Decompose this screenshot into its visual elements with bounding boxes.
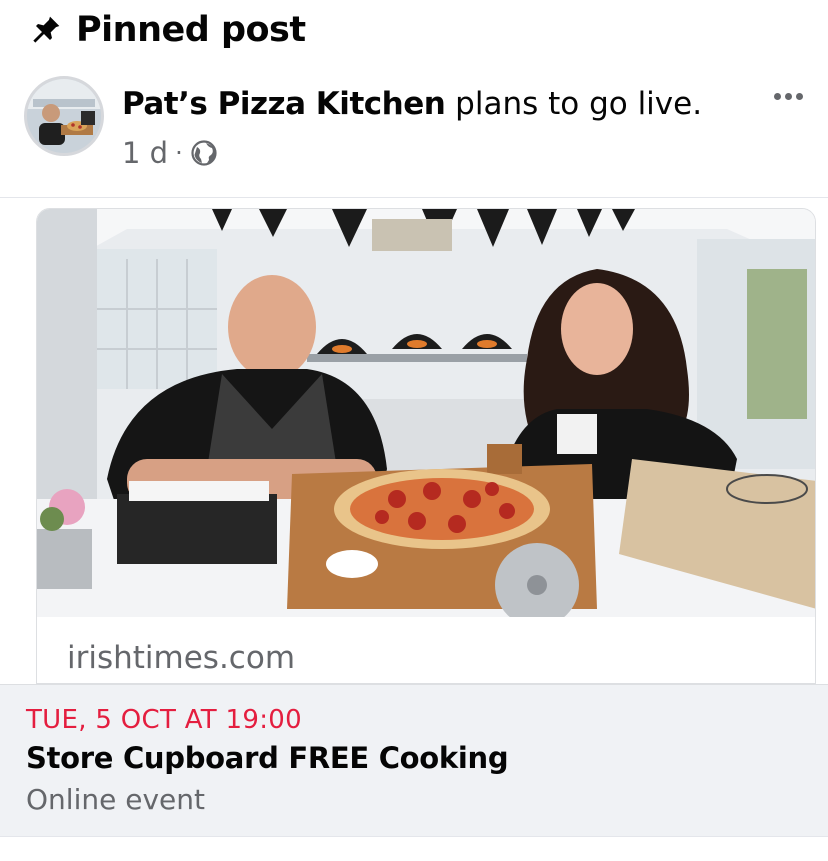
post-attachment: irishtimes.com TUE, 5 OCT AT 19:00 Store…: [0, 197, 828, 837]
event-title: Store Cupboard FREE Cooking: [26, 741, 509, 775]
meta-separator: ·: [175, 139, 183, 167]
post-header: Pat’s Pizza Kitchen plans to go live. 1 …: [24, 76, 808, 176]
event-type: Online event: [26, 783, 205, 816]
globe-icon[interactable]: [190, 139, 218, 167]
link-preview-card[interactable]: irishtimes.com: [36, 208, 816, 684]
pinned-post-header: Pinned post: [28, 8, 306, 52]
post-meta: 1 d ·: [122, 136, 218, 170]
link-preview-image: [37, 209, 815, 617]
post-timestamp[interactable]: 1 d: [122, 136, 168, 170]
post-action-text: plans to go live.: [455, 86, 703, 122]
more-options-button[interactable]: [768, 82, 808, 110]
event-date: TUE, 5 OCT AT 19:00: [26, 705, 302, 735]
more-options-icon: [773, 92, 781, 100]
pin-icon: [28, 12, 64, 48]
event-details[interactable]: TUE, 5 OCT AT 19:00 Store Cupboard FREE …: [0, 684, 828, 836]
page-name-link[interactable]: Pat’s Pizza Kitchen: [122, 86, 446, 122]
avatar[interactable]: [24, 76, 104, 156]
link-domain: irishtimes.com: [67, 640, 296, 676]
pinned-post-label: Pinned post: [76, 10, 306, 50]
post-author-line: Pat’s Pizza Kitchen plans to go live.: [122, 86, 702, 122]
